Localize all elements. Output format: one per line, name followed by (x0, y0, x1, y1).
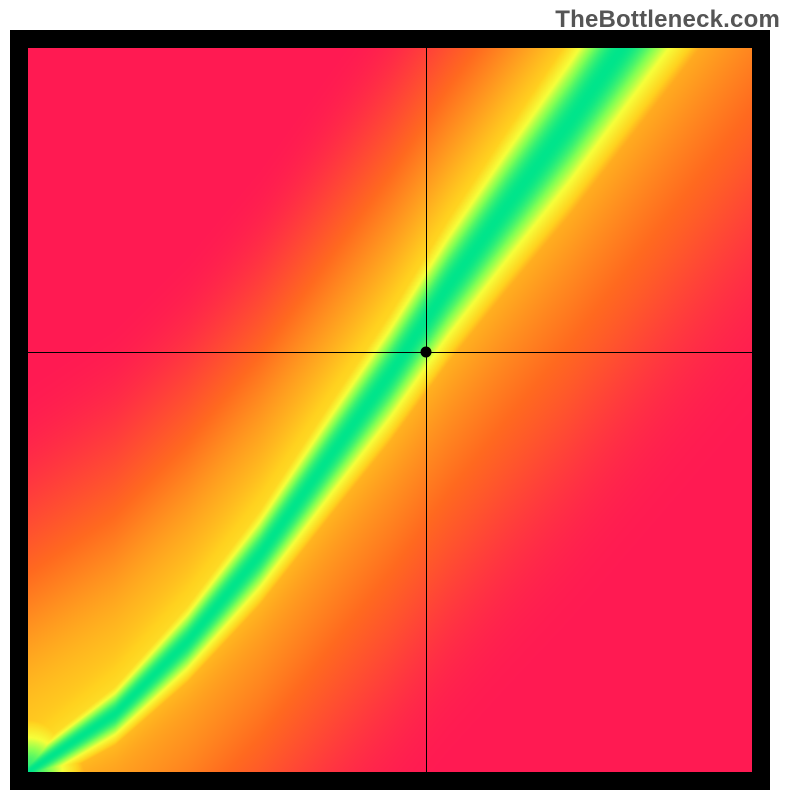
crosshair-marker (421, 347, 432, 358)
chart-outer-frame (10, 30, 770, 790)
watermark-text: TheBottleneck.com (555, 6, 780, 34)
crosshair-horizontal (28, 352, 752, 354)
crosshair-vertical (426, 48, 428, 772)
bottleneck-heatmap (28, 48, 752, 772)
